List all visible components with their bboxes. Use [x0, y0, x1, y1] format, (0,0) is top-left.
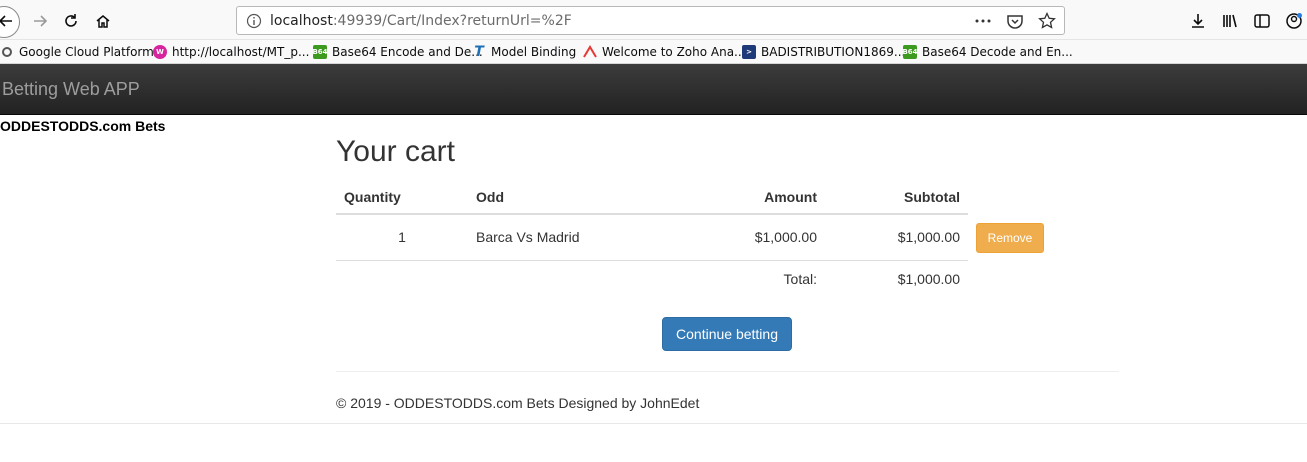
- gear-icon: [0, 45, 14, 59]
- back-arrow-icon[interactable]: [0, 7, 20, 35]
- zoho-icon: [583, 45, 597, 59]
- row-odd: Barca Vs Madrid: [468, 214, 654, 261]
- sidebar-icon[interactable]: [1248, 7, 1276, 35]
- header-quantity: Quantity: [336, 179, 468, 215]
- download-icon[interactable]: [1184, 7, 1212, 35]
- t-icon: T: [474, 44, 484, 60]
- url-path: :49939/Cart/Index?returnUrl=%2F: [332, 13, 572, 29]
- webapp-icon: W: [153, 45, 167, 59]
- url-text[interactable]: localhost:49939/Cart/Index?returnUrl=%2F: [270, 13, 572, 29]
- cart-table: Quantity Odd Amount Subtotal 1 Barca Vs …: [336, 179, 968, 298]
- total-value: $1,000.00: [897, 271, 960, 288]
- bookmark-item[interactable]: W http://localhost/MT_p...: [153, 43, 309, 61]
- bookmark-label: Base64 Decode and En...: [922, 45, 1073, 59]
- footer-text: © 2019 - ODDESTODDS.com Bets Designed by…: [336, 395, 700, 411]
- footer-divider: [336, 371, 1119, 372]
- bookmark-item[interactable]: Google Cloud Platform: [0, 43, 154, 61]
- bookmark-item[interactable]: Welcome to Zoho Ana...: [583, 43, 746, 61]
- bookmark-item[interactable]: T Model Binding: [472, 43, 576, 61]
- row-quantity: 1: [336, 214, 468, 261]
- account-icon[interactable]: [1280, 7, 1307, 35]
- vs-icon: >: [742, 45, 756, 59]
- browser-toolbar: localhost:49939/Cart/Index?returnUrl=%2F: [0, 0, 1307, 40]
- url-bar[interactable]: localhost:49939/Cart/Index?returnUrl=%2F: [236, 6, 1065, 35]
- url-host: localhost: [270, 13, 333, 29]
- header-amount: Amount: [654, 179, 825, 215]
- page-title: Your cart: [336, 135, 455, 168]
- bookmark-item[interactable]: B64 Base64 Encode and De...: [312, 43, 483, 61]
- reload-icon[interactable]: [57, 7, 85, 35]
- page-actions-icon[interactable]: [974, 12, 992, 33]
- row-amount: $1,000.00: [654, 214, 825, 261]
- b64-icon: B64: [902, 45, 918, 59]
- navbar: Betting Web APP: [0, 64, 1307, 115]
- remove-button[interactable]: Remove: [976, 223, 1044, 253]
- table-header-row: Quantity Odd Amount Subtotal: [336, 179, 968, 215]
- bookmark-star-icon[interactable]: [1038, 11, 1056, 33]
- bookmark-label: Base64 Encode and De...: [332, 45, 483, 59]
- total-label: Total:: [783, 271, 817, 288]
- b64-icon: B64: [312, 45, 328, 59]
- library-icon[interactable]: [1216, 7, 1244, 35]
- total-row: Total: $1,000.00: [336, 260, 968, 298]
- row-subtotal: $1,000.00: [825, 214, 968, 261]
- bookmark-label: BADISTRIBUTION1869...: [761, 45, 906, 59]
- bookmark-label: http://localhost/MT_p...: [172, 45, 310, 59]
- table-row: 1 Barca Vs Madrid $1,000.00 $1,000.00: [336, 214, 968, 261]
- pocket-icon[interactable]: [1006, 12, 1024, 33]
- bookmark-label: Welcome to Zoho Ana...: [602, 45, 746, 59]
- forward-icon[interactable]: [26, 7, 54, 35]
- side-title: ODDESTODDS.com Bets: [0, 118, 166, 134]
- bookmark-label: Google Cloud Platform: [19, 45, 154, 59]
- bookmark-item[interactable]: > BADISTRIBUTION1869...: [742, 43, 905, 61]
- header-odd: Odd: [468, 179, 654, 215]
- page-bottom-divider: [0, 423, 1307, 424]
- info-icon[interactable]: [246, 13, 262, 32]
- bookmarks-bar: Google Cloud Platform W http://localhost…: [0, 40, 1307, 64]
- navbar-brand[interactable]: Betting Web APP: [2, 79, 140, 100]
- bookmark-item[interactable]: B64 Base64 Decode and En...: [902, 43, 1073, 61]
- continue-betting-button[interactable]: Continue betting: [662, 317, 792, 351]
- bookmark-label: Model Binding: [491, 45, 577, 59]
- home-icon[interactable]: [89, 7, 117, 35]
- header-subtotal: Subtotal: [825, 179, 968, 215]
